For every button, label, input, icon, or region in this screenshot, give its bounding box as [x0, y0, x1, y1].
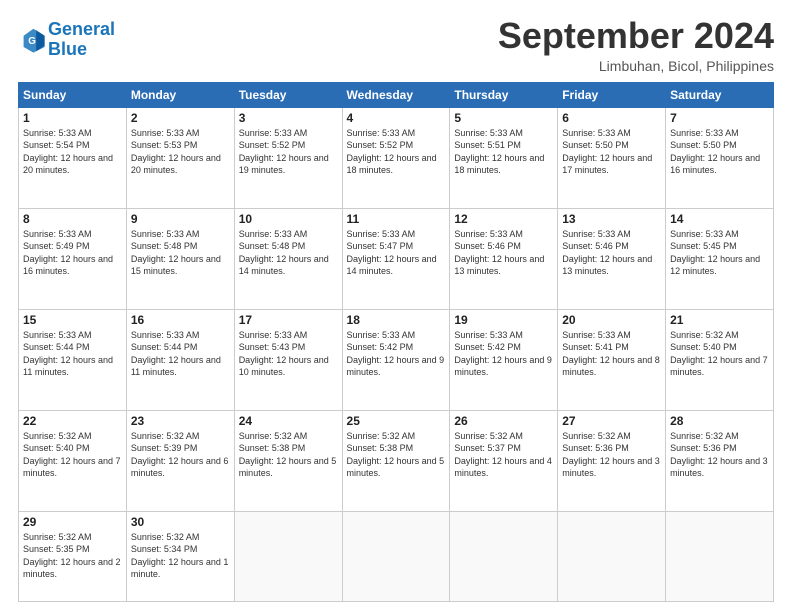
header-tuesday: Tuesday — [234, 82, 342, 107]
header-wednesday: Wednesday — [342, 82, 450, 107]
header-thursday: Thursday — [450, 82, 558, 107]
logo-line2: Blue — [48, 39, 87, 59]
day-23: 23 Sunrise: 5:32 AMSunset: 5:39 PMDaylig… — [126, 410, 234, 511]
day-15: 15 Sunrise: 5:33 AMSunset: 5:44 PMDaylig… — [19, 309, 127, 410]
day-6: 6 Sunrise: 5:33 AMSunset: 5:50 PMDayligh… — [558, 107, 666, 208]
empty-cell-2 — [342, 511, 450, 601]
location-subtitle: Limbuhan, Bicol, Philippines — [498, 58, 774, 74]
empty-cell-1 — [234, 511, 342, 601]
month-title: September 2024 — [498, 16, 774, 56]
week-row-1: 1 Sunrise: 5:33 AMSunset: 5:54 PMDayligh… — [19, 107, 774, 208]
page: G General Blue September 2024 Limbuhan, … — [0, 0, 792, 612]
calendar-table: Sunday Monday Tuesday Wednesday Thursday… — [18, 82, 774, 602]
header-saturday: Saturday — [666, 82, 774, 107]
day-14: 14 Sunrise: 5:33 AMSunset: 5:45 PMDaylig… — [666, 208, 774, 309]
logo-line1: General — [48, 19, 115, 39]
logo: G General Blue — [18, 20, 115, 60]
day-18: 18 Sunrise: 5:33 AMSunset: 5:42 PMDaylig… — [342, 309, 450, 410]
empty-cell-4 — [558, 511, 666, 601]
day-13: 13 Sunrise: 5:33 AMSunset: 5:46 PMDaylig… — [558, 208, 666, 309]
day-2: 2 Sunrise: 5:33 AMSunset: 5:53 PMDayligh… — [126, 107, 234, 208]
empty-cell-3 — [450, 511, 558, 601]
day-17: 17 Sunrise: 5:33 AMSunset: 5:43 PMDaylig… — [234, 309, 342, 410]
day-4: 4 Sunrise: 5:33 AMSunset: 5:52 PMDayligh… — [342, 107, 450, 208]
day-24: 24 Sunrise: 5:32 AMSunset: 5:38 PMDaylig… — [234, 410, 342, 511]
day-9: 9 Sunrise: 5:33 AMSunset: 5:48 PMDayligh… — [126, 208, 234, 309]
weekday-header-row: Sunday Monday Tuesday Wednesday Thursday… — [19, 82, 774, 107]
logo-text: General Blue — [48, 20, 115, 60]
day-30: 30 Sunrise: 5:32 AMSunset: 5:34 PMDaylig… — [126, 511, 234, 601]
day-26: 26 Sunrise: 5:32 AMSunset: 5:37 PMDaylig… — [450, 410, 558, 511]
day-25: 25 Sunrise: 5:32 AMSunset: 5:38 PMDaylig… — [342, 410, 450, 511]
day-16: 16 Sunrise: 5:33 AMSunset: 5:44 PMDaylig… — [126, 309, 234, 410]
header: G General Blue September 2024 Limbuhan, … — [18, 16, 774, 74]
day-29: 29 Sunrise: 5:32 AMSunset: 5:35 PMDaylig… — [19, 511, 127, 601]
day-12: 12 Sunrise: 5:33 AMSunset: 5:46 PMDaylig… — [450, 208, 558, 309]
week-row-5: 29 Sunrise: 5:32 AMSunset: 5:35 PMDaylig… — [19, 511, 774, 601]
day-5: 5 Sunrise: 5:33 AMSunset: 5:51 PMDayligh… — [450, 107, 558, 208]
day-20: 20 Sunrise: 5:33 AMSunset: 5:41 PMDaylig… — [558, 309, 666, 410]
day-28: 28 Sunrise: 5:32 AMSunset: 5:36 PMDaylig… — [666, 410, 774, 511]
week-row-3: 15 Sunrise: 5:33 AMSunset: 5:44 PMDaylig… — [19, 309, 774, 410]
day-19: 19 Sunrise: 5:33 AMSunset: 5:42 PMDaylig… — [450, 309, 558, 410]
svg-text:G: G — [28, 36, 36, 47]
header-friday: Friday — [558, 82, 666, 107]
title-block: September 2024 Limbuhan, Bicol, Philippi… — [498, 16, 774, 74]
day-3: 3 Sunrise: 5:33 AMSunset: 5:52 PMDayligh… — [234, 107, 342, 208]
day-8: 8 Sunrise: 5:33 AMSunset: 5:49 PMDayligh… — [19, 208, 127, 309]
day-10: 10 Sunrise: 5:33 AMSunset: 5:48 PMDaylig… — [234, 208, 342, 309]
empty-cell-5 — [666, 511, 774, 601]
week-row-4: 22 Sunrise: 5:32 AMSunset: 5:40 PMDaylig… — [19, 410, 774, 511]
day-7: 7 Sunrise: 5:33 AMSunset: 5:50 PMDayligh… — [666, 107, 774, 208]
day-1: 1 Sunrise: 5:33 AMSunset: 5:54 PMDayligh… — [19, 107, 127, 208]
day-21: 21 Sunrise: 5:32 AMSunset: 5:40 PMDaylig… — [666, 309, 774, 410]
day-22: 22 Sunrise: 5:32 AMSunset: 5:40 PMDaylig… — [19, 410, 127, 511]
header-monday: Monday — [126, 82, 234, 107]
header-sunday: Sunday — [19, 82, 127, 107]
week-row-2: 8 Sunrise: 5:33 AMSunset: 5:49 PMDayligh… — [19, 208, 774, 309]
day-11: 11 Sunrise: 5:33 AMSunset: 5:47 PMDaylig… — [342, 208, 450, 309]
day-27: 27 Sunrise: 5:32 AMSunset: 5:36 PMDaylig… — [558, 410, 666, 511]
logo-icon: G — [18, 26, 46, 54]
